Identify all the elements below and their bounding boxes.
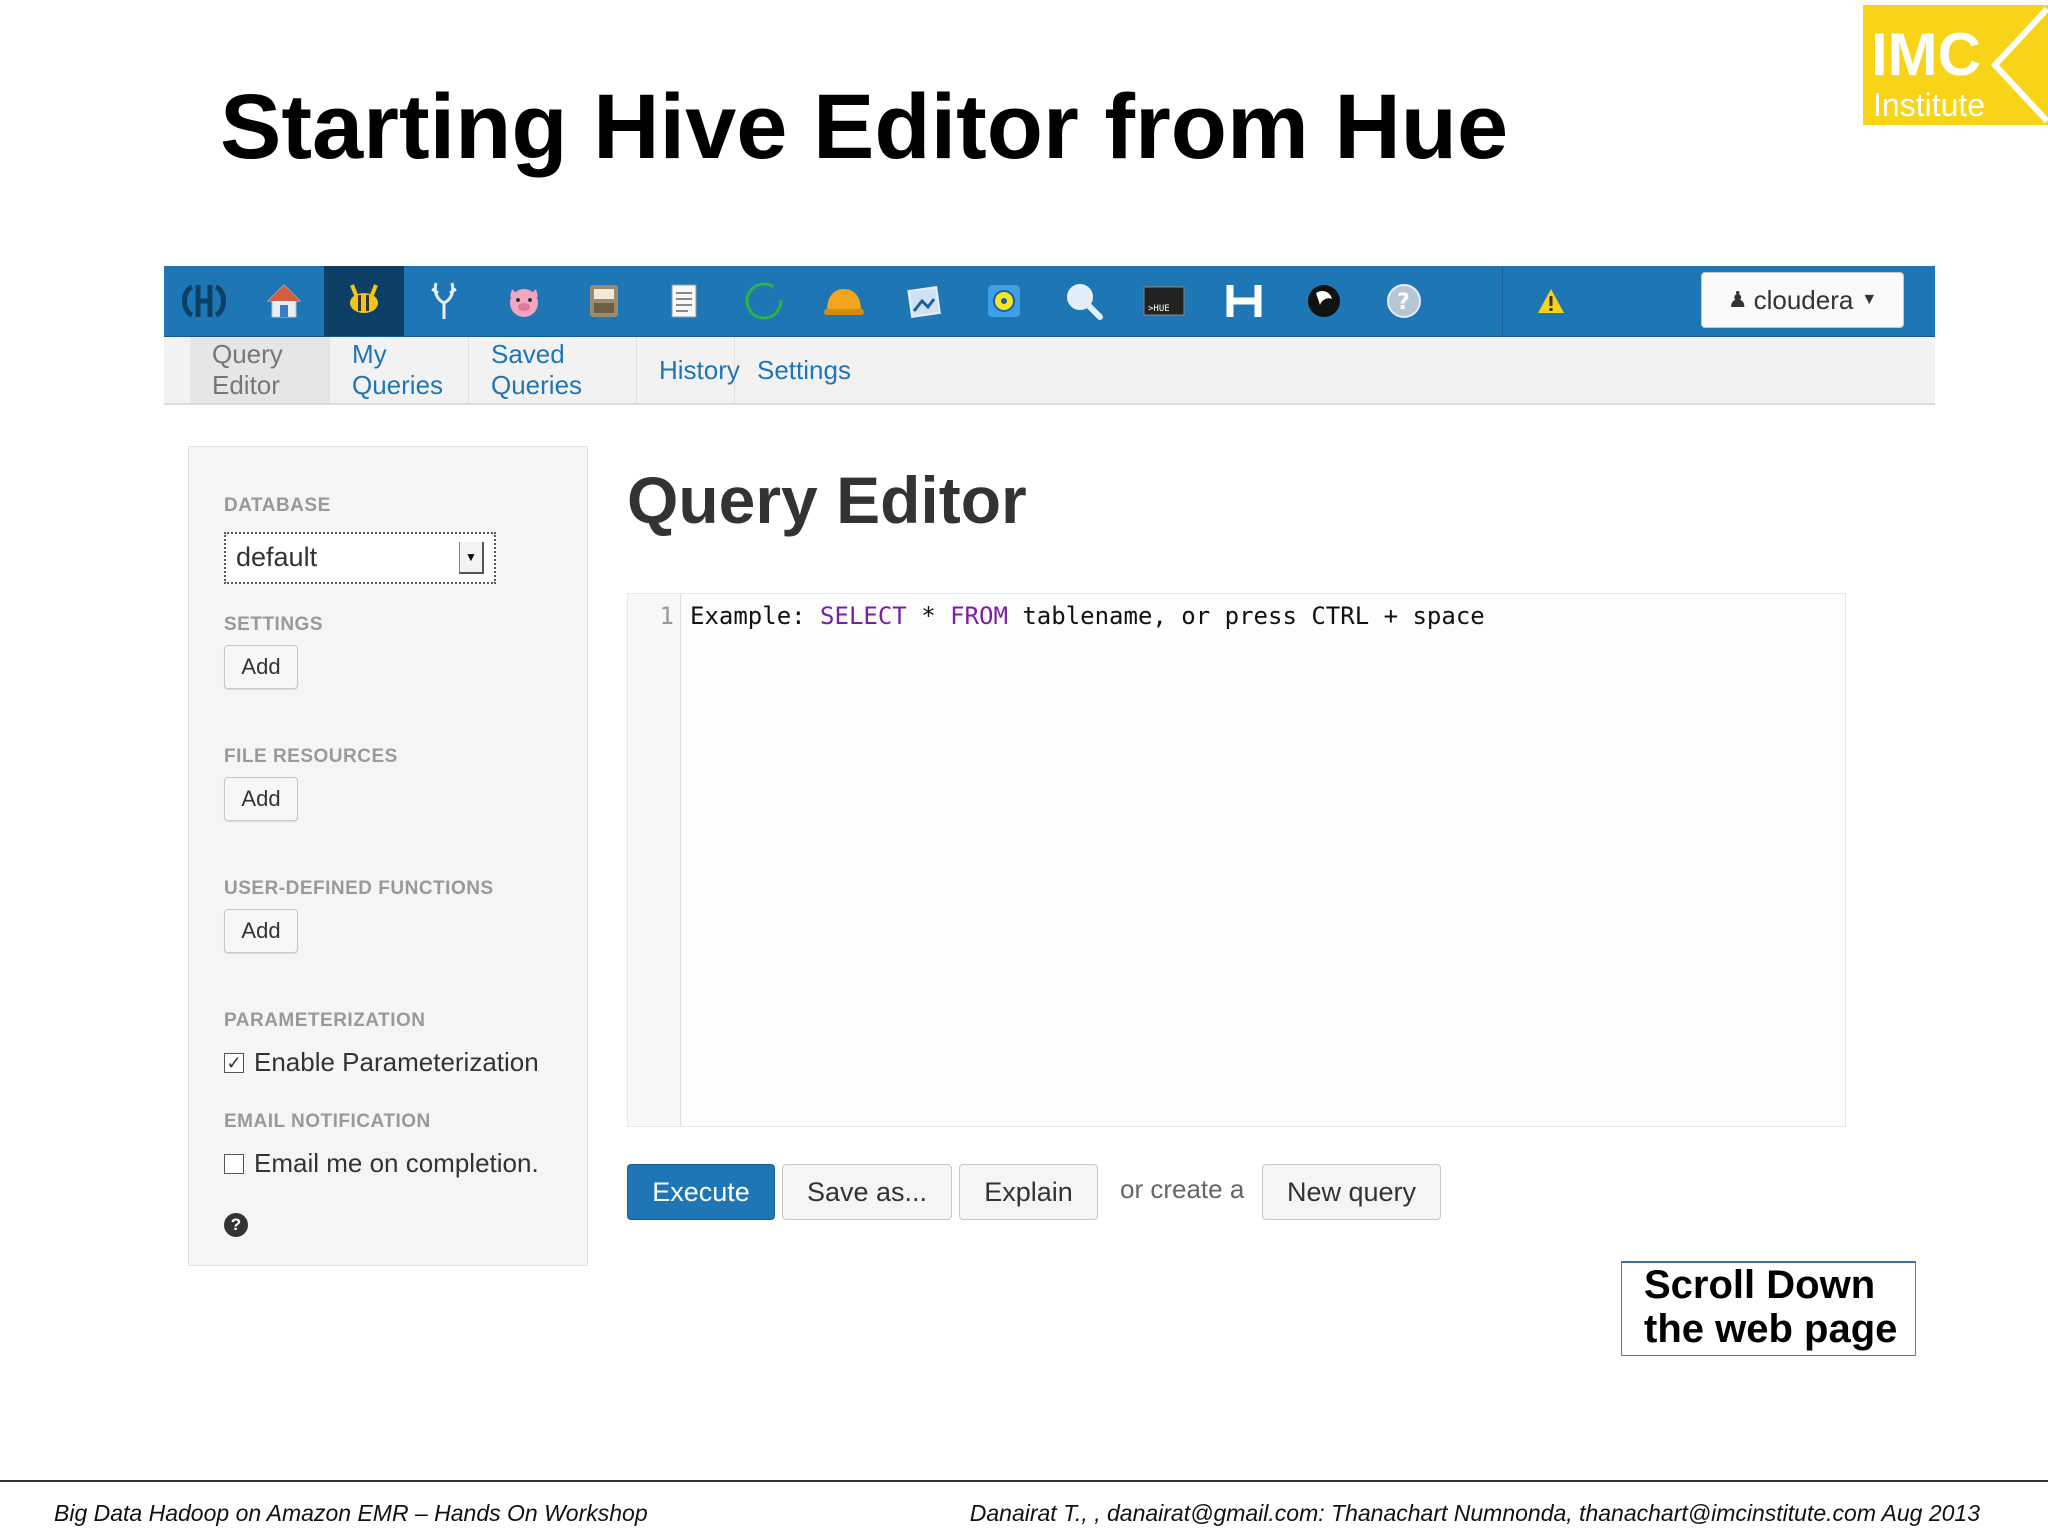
keyword-select: SELECT bbox=[820, 602, 907, 630]
keyword-from: FROM bbox=[950, 602, 1008, 630]
checkbox-unchecked-icon[interactable] bbox=[224, 1153, 244, 1174]
top-navbar: >HUE ? ♟ cloudera ▼ bbox=[164, 266, 1935, 337]
svg-text:?: ? bbox=[1397, 290, 1410, 315]
query-settings-sidebar: DATABASE default ▼ SETTINGS Add FILE RES… bbox=[188, 446, 588, 1266]
zookeeper-icon[interactable] bbox=[1284, 266, 1364, 336]
editor-placeholder-text: Example: SELECT * FROM tablename, or pre… bbox=[690, 602, 1485, 630]
database-header: DATABASE bbox=[224, 495, 331, 516]
job-browser-icon[interactable] bbox=[564, 266, 644, 336]
add-file-resource-button[interactable]: Add bbox=[224, 777, 298, 821]
tab-saved-queries[interactable]: Saved Queries bbox=[469, 337, 637, 403]
line-number-gutter: 1 bbox=[628, 594, 681, 1126]
database-select[interactable]: default ▼ bbox=[224, 532, 496, 584]
footer-divider bbox=[0, 1480, 2048, 1482]
document-icon[interactable] bbox=[644, 266, 724, 336]
impala-antler-icon[interactable] bbox=[404, 266, 484, 336]
checkbox-checked-icon[interactable]: ✓ bbox=[224, 1052, 244, 1073]
footer-workshop-title: Big Data Hadoop on Amazon EMR – Hands On… bbox=[54, 1500, 648, 1526]
dropdown-arrow-icon: ▼ bbox=[459, 542, 484, 574]
parameterization-header: PARAMETERIZATION bbox=[224, 1010, 426, 1031]
footer-authors: Danairat T., , danairat@gmail.com: Thana… bbox=[969, 1500, 1980, 1526]
hue-shell-icon[interactable]: >HUE bbox=[1124, 266, 1204, 336]
email-on-completion-checkbox[interactable]: Email me on completion. bbox=[224, 1148, 539, 1179]
hive-bee-icon[interactable] bbox=[324, 266, 404, 336]
question-circle-icon[interactable]: ? bbox=[224, 1213, 248, 1237]
imc-institute-logo: IMC Institute bbox=[1863, 5, 2048, 125]
user-menu-button[interactable]: ♟ cloudera ▼ bbox=[1701, 272, 1904, 328]
sub-navbar: Query Editor My Queries Saved Queries Hi… bbox=[164, 337, 1935, 405]
hardhat-icon[interactable] bbox=[804, 266, 884, 336]
sqoop-target-icon[interactable] bbox=[964, 266, 1044, 336]
pig-icon[interactable] bbox=[484, 266, 564, 336]
udf-header: USER-DEFINED FUNCTIONS bbox=[224, 878, 494, 899]
user-icon: ♟ bbox=[1727, 287, 1748, 312]
file-resources-header: FILE RESOURCES bbox=[224, 746, 398, 767]
navbar-divider bbox=[1502, 266, 1503, 336]
warning-icon[interactable] bbox=[1511, 266, 1591, 336]
search-icon[interactable] bbox=[1044, 266, 1124, 336]
tab-my-queries[interactable]: My Queries bbox=[330, 337, 469, 403]
new-query-button[interactable]: New query bbox=[1262, 1164, 1441, 1220]
email-notification-header: EMAIL NOTIFICATION bbox=[224, 1111, 431, 1132]
settings-header: SETTINGS bbox=[224, 614, 324, 635]
code-mid: * bbox=[906, 602, 951, 630]
add-udf-button[interactable]: Add bbox=[224, 909, 298, 953]
enable-parameterization-checkbox[interactable]: ✓ Enable Parameterization bbox=[224, 1047, 539, 1078]
query-code-editor[interactable]: 1 Example: SELECT * FROM tablename, or p… bbox=[627, 593, 1846, 1127]
code-suffix: tablename, or press CTRL + space bbox=[1007, 602, 1485, 630]
logo-chevron-icon bbox=[1990, 6, 2048, 124]
hue-app-window: >HUE ? ♟ cloudera ▼ Query Editor My Quer… bbox=[164, 266, 1935, 1266]
image-icon[interactable] bbox=[884, 266, 964, 336]
home-icon[interactable] bbox=[244, 266, 324, 336]
oozie-refresh-icon[interactable] bbox=[724, 266, 804, 336]
tab-query-editor[interactable]: Query Editor bbox=[190, 337, 330, 403]
user-menu-label: cloudera bbox=[1753, 284, 1854, 315]
execute-button[interactable]: Execute bbox=[627, 1164, 775, 1220]
callout-line-2: the web page bbox=[1644, 1307, 1898, 1351]
chevron-down-icon: ▼ bbox=[1861, 291, 1878, 308]
or-create-text: or create a bbox=[1120, 1174, 1245, 1204]
email-on-completion-label: Email me on completion. bbox=[254, 1148, 539, 1178]
logo-text-top: IMC bbox=[1871, 21, 1981, 88]
svg-text:>HUE: >HUE bbox=[1148, 304, 1170, 314]
hbase-h-icon[interactable] bbox=[1204, 266, 1284, 336]
scroll-down-callout: Scroll Down the web page bbox=[1621, 1261, 1916, 1356]
slide-title: Starting Hive Editor from Hue bbox=[220, 76, 1509, 178]
database-select-value: default bbox=[236, 542, 318, 572]
callout-line-1: Scroll Down bbox=[1644, 1263, 1876, 1307]
help-icon[interactable]: ? bbox=[1364, 266, 1444, 336]
tab-history[interactable]: History bbox=[637, 337, 740, 403]
explain-button[interactable]: Explain bbox=[959, 1164, 1098, 1220]
save-as-button[interactable]: Save as... bbox=[782, 1164, 952, 1220]
tab-settings[interactable]: Settings bbox=[735, 337, 851, 403]
enable-parameterization-label: Enable Parameterization bbox=[254, 1047, 539, 1077]
line-number: 1 bbox=[659, 602, 674, 630]
add-setting-button[interactable]: Add bbox=[224, 645, 298, 689]
code-prefix: Example: bbox=[690, 602, 821, 630]
logo-text-bottom: Institute bbox=[1873, 87, 1986, 123]
page-title: Query Editor bbox=[627, 463, 1027, 537]
hue-logo-icon[interactable] bbox=[164, 266, 244, 336]
